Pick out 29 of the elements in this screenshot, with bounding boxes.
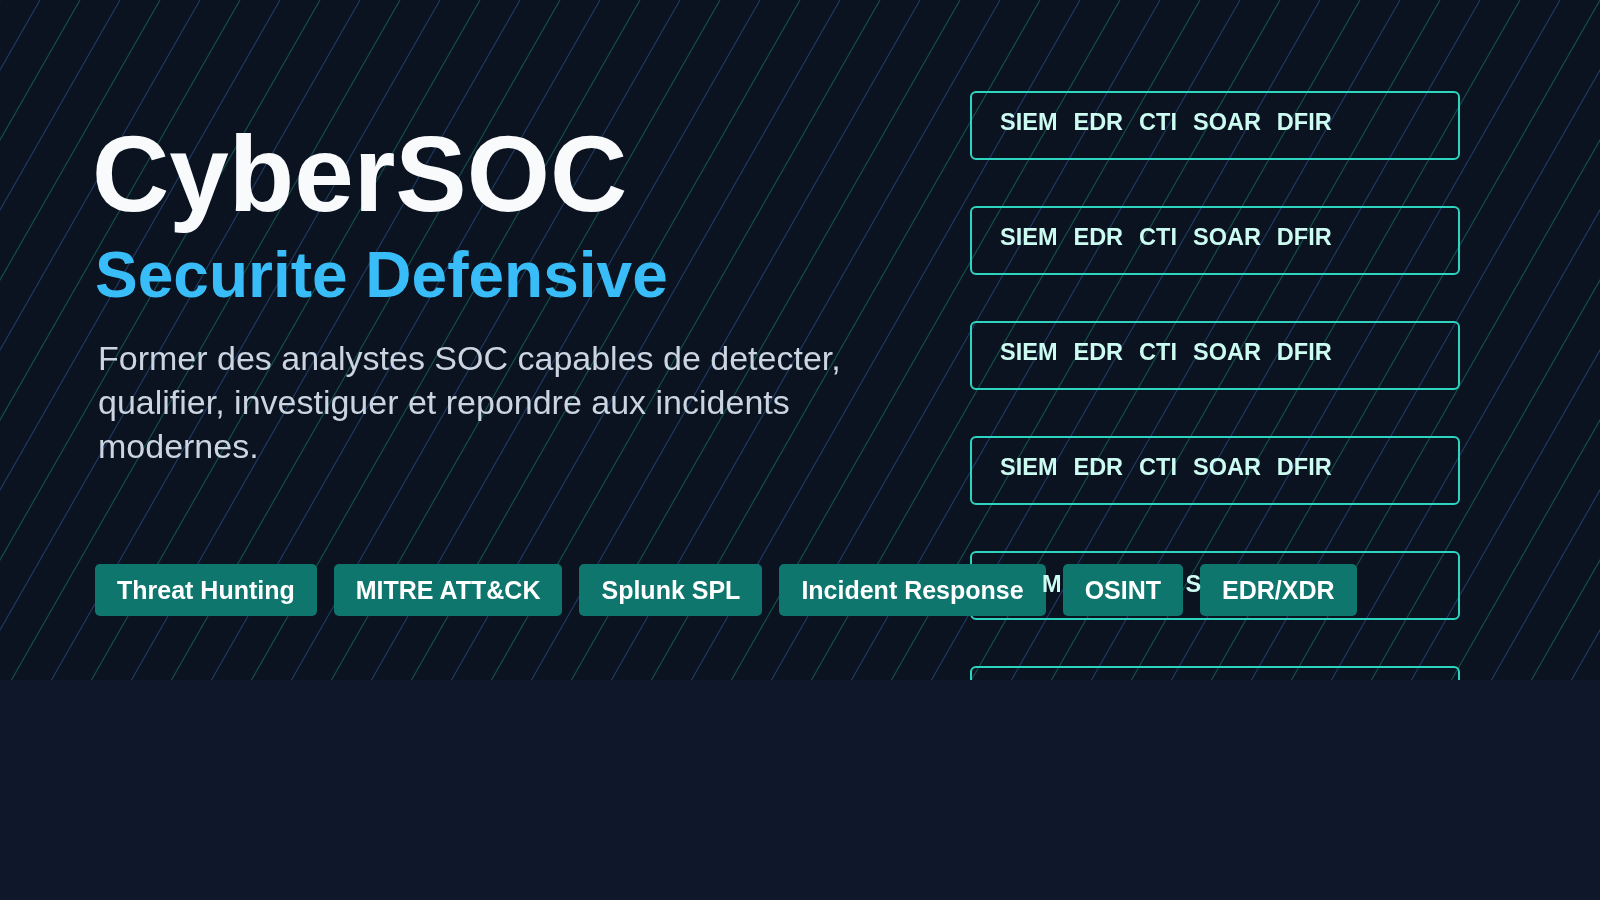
topic-label: CTI (1139, 456, 1177, 480)
topic-label: CTI (1139, 111, 1177, 135)
topic-label: DFIR (1276, 456, 1332, 480)
hero-title: CyberSOC (92, 113, 628, 236)
topic-label: S (1185, 573, 1202, 597)
topic-label: SOAR (1192, 226, 1261, 250)
topic-label: EDR (1073, 456, 1124, 480)
topic-label: EDR (1073, 226, 1124, 250)
skill-tag: Splunk SPL (579, 564, 763, 617)
topic-label: EDR (1073, 111, 1124, 135)
skill-tag: OSINT (1062, 564, 1184, 617)
skill-tag: MITRE ATT&CK (333, 564, 563, 617)
topic-label: DFIR (1276, 226, 1332, 250)
topic-label: CTI (1139, 341, 1177, 365)
topic-label: SOAR (1192, 111, 1261, 135)
topic-label: SIEM (1000, 226, 1058, 250)
hero-subtitle: Securite Defensive (95, 240, 668, 311)
topic-label: SOAR (1192, 341, 1261, 365)
hero-description: Former des analystes SOC capables de detecter, qualifier, investiguer et repondre aux incidents modernes. (98, 338, 842, 468)
topic-label: SIEM (1000, 341, 1058, 365)
topic-label: SIEM (1000, 456, 1058, 480)
topic-label: SOAR (1192, 456, 1261, 480)
topic-label: DFIR (1276, 111, 1332, 135)
skill-tag: EDR/XDR (1200, 564, 1357, 617)
topic-label: SIEM (1000, 111, 1058, 135)
skill-tag: Threat Hunting (95, 564, 317, 617)
topic-label: EDR (1073, 341, 1124, 365)
topic-label: DFIR (1276, 341, 1332, 365)
topic-label: CTI (1139, 226, 1177, 250)
